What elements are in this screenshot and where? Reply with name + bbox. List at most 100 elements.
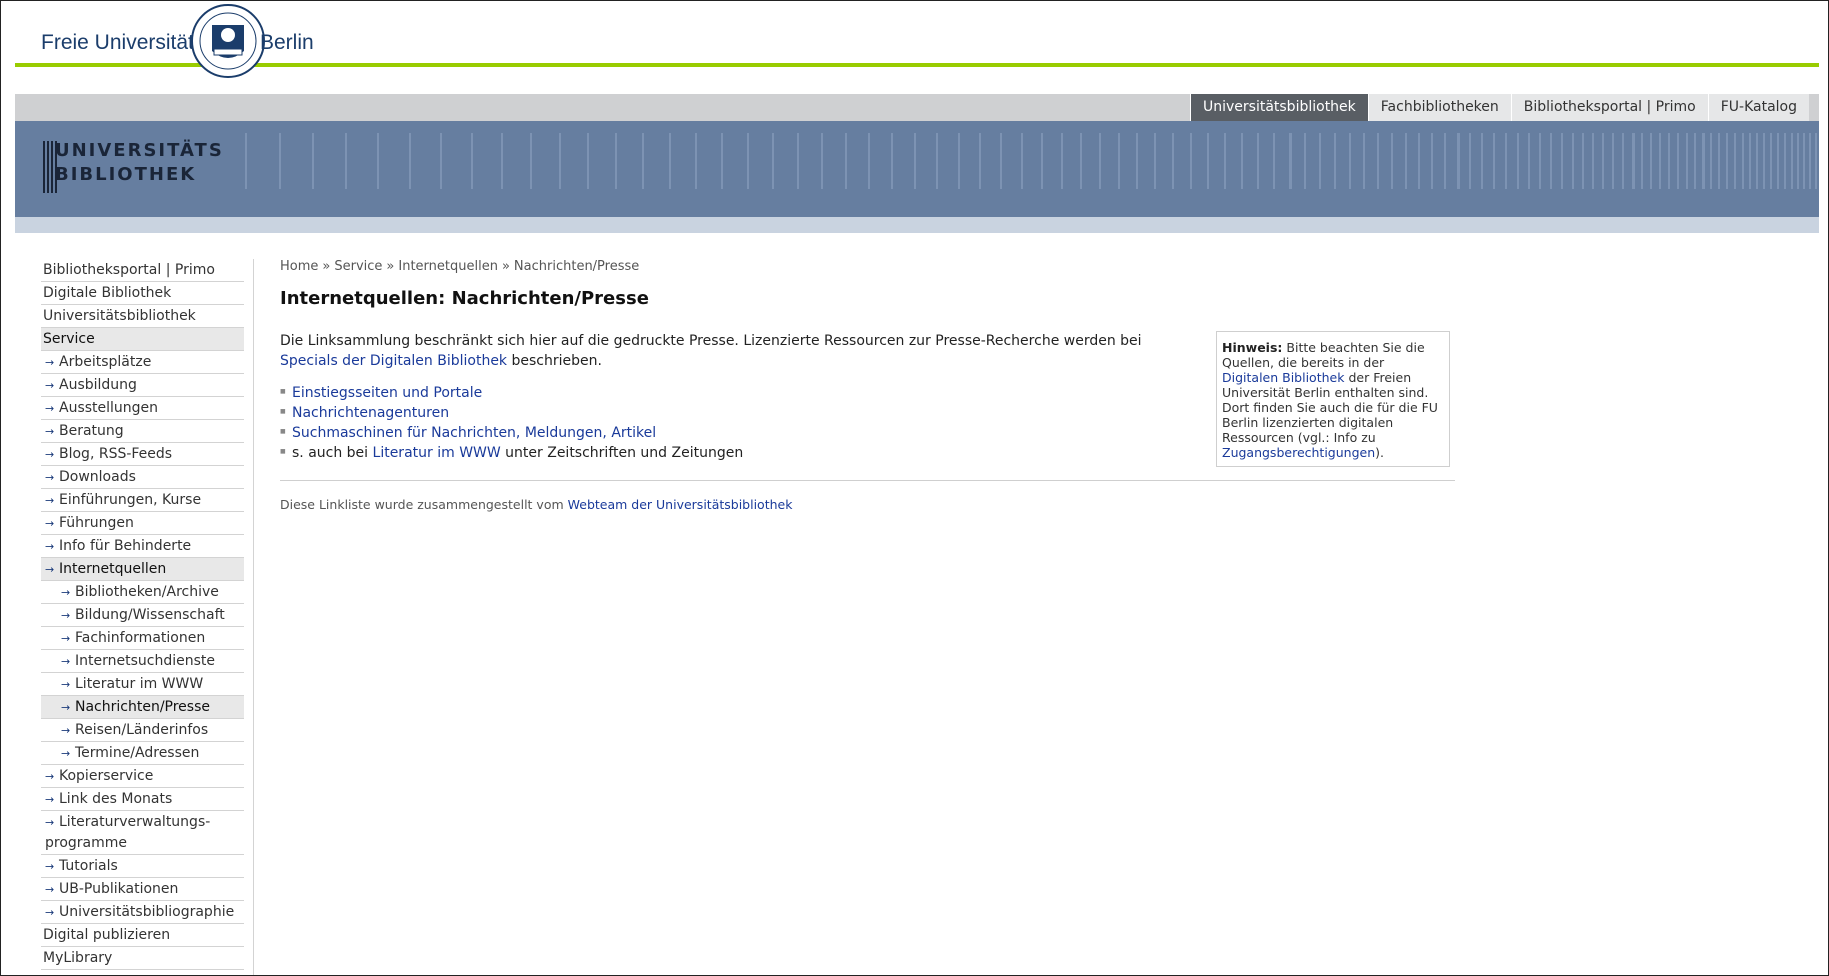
sidebar-item-label: Service	[43, 331, 95, 347]
sidebar-item[interactable]: → Fachinformationen	[41, 627, 244, 650]
banner-stripe	[1224, 133, 1226, 189]
banner-stripe	[797, 133, 799, 189]
link-suchmaschinen[interactable]: Suchmaschinen für Nachrichten, Meldungen…	[292, 425, 656, 441]
sidebar-item[interactable]: → Internetsuchdienste	[41, 650, 244, 673]
banner-stripe	[559, 133, 561, 189]
sidebar-item[interactable]: MyLibrary	[41, 947, 244, 970]
sidebar-item[interactable]: → Arbeitsplätze	[41, 351, 244, 374]
hint-box: Hinweis: Bitte beachten Sie die Quellen,…	[1216, 331, 1450, 467]
sidebar-item[interactable]: Service	[41, 328, 244, 351]
breadcrumb-item[interactable]: Nachrichten/Presse	[514, 259, 639, 274]
sidebar-item[interactable]: → Tutorials	[41, 855, 244, 878]
sidebar-item[interactable]: → Info für Behinderte	[41, 535, 244, 558]
specials-link[interactable]: Specials der Digitalen Bibliothek	[280, 353, 507, 369]
sidebar-item[interactable]: → Universitätsbibliographie	[41, 901, 244, 924]
breadcrumb-item[interactable]: Home	[280, 259, 318, 274]
sidebar-item[interactable]: Digital publizieren	[41, 924, 244, 947]
sidebar-item[interactable]: → Ausstellungen	[41, 397, 244, 420]
banner-stripe	[1797, 133, 1799, 189]
tab-universitätsbibliothek[interactable]: Universitätsbibliothek	[1189, 94, 1368, 121]
banner-stripe	[1803, 133, 1805, 189]
sidebar-item-label: Führungen	[59, 515, 134, 531]
sidebar-item[interactable]: → Ausbildung	[41, 374, 244, 397]
banner-stripe	[1815, 133, 1817, 189]
banner-stripe	[1418, 133, 1420, 189]
ub-logo-text[interactable]: UNIVERSITÄTS BIBLIOTHEK	[55, 139, 224, 187]
sidebar-item[interactable]: → Internetquellen	[41, 558, 244, 581]
link-literatur-www[interactable]: Literatur im WWW	[373, 445, 501, 461]
sidebar-item[interactable]: Bibliotheksportal | Primo	[41, 259, 244, 282]
top-tab-bar: Universitätsbibliothek Fachbibliotheken Bi…	[15, 94, 1819, 121]
banner-stripe	[587, 133, 589, 189]
banner-stripe	[1099, 133, 1101, 189]
sidebar-item[interactable]: → Führungen	[41, 512, 244, 535]
sidebar-item[interactable]: → Bildung/Wissenschaft	[41, 604, 244, 627]
breadcrumb-item[interactable]: Internetquellen	[398, 259, 498, 274]
footer-webteam-link[interactable]: Webteam der Universitätsbibliothek	[568, 497, 793, 512]
banner-stripe	[1304, 133, 1306, 189]
banner-stripe	[669, 133, 671, 189]
main-content: Home» Service» Internetquellen» Nachrichten…	[280, 259, 1455, 512]
sidebar-item[interactable]: → Bibliotheken/Archive	[41, 581, 244, 604]
sidebar-item-label: Bibliotheksportal | Primo	[43, 262, 215, 278]
banner-stripe	[615, 133, 617, 189]
banner-stripe	[747, 133, 749, 189]
sidebar-item[interactable]: Digitale Bibliothek	[41, 282, 244, 305]
banner-stripe	[1319, 133, 1321, 189]
breadcrumb: Home» Service» Internetquellen» Nachrichten…	[280, 259, 1455, 274]
tab-bibliotheksportal-primo[interactable]: Bibliotheksportal | Primo	[1510, 94, 1708, 121]
arrow-right-icon: →	[45, 517, 55, 530]
banner-stripe	[1481, 133, 1483, 189]
list-item: Nachrichtenagenturen	[280, 402, 1198, 423]
sidebar-item[interactable]: → Link des Monats	[41, 788, 244, 811]
sidebar-item[interactable]: → Termine/Adressen	[41, 742, 244, 765]
ub-banner: UNIVERSITÄTS BIBLIOTHEK	[15, 121, 1819, 217]
banner-stripe	[1742, 133, 1744, 189]
fu-seal-icon[interactable]	[190, 3, 266, 79]
arrow-right-icon: →	[45, 860, 55, 873]
hint-link-digitale-bibliothek[interactable]: Digitalen Bibliothek	[1222, 370, 1344, 385]
banner-stripe	[642, 133, 644, 189]
banner-stripe	[1241, 133, 1243, 189]
sidebar-item[interactable]: → Beratung	[41, 420, 244, 443]
banner-stripe	[1659, 133, 1661, 189]
intro-paragraph: Die Linksammlung beschränkt sich hier au…	[280, 331, 1198, 371]
sidebar-item[interactable]: → Reisen/Länderinfos	[41, 719, 244, 742]
banner-stripe	[1190, 133, 1192, 189]
banner-stripe	[377, 133, 379, 189]
sidebar-item[interactable]: → UB-Publikationen	[41, 878, 244, 901]
top-tabs: Universitätsbibliothek Fachbibliotheken Bi…	[1189, 94, 1809, 121]
sidebar-item[interactable]: → Kopierservice	[41, 765, 244, 788]
list-item: Suchmaschinen für Nachrichten, Meldungen…	[280, 422, 1198, 443]
sidebar-item-label: Info für Behinderte	[59, 538, 192, 554]
sidebar-item[interactable]: → Downloads	[41, 466, 244, 489]
sidebar-item[interactable]: → Einführungen, Kurse	[41, 489, 244, 512]
sidebar-item-label: Digital publizieren	[43, 927, 171, 943]
tab-fachbibliotheken[interactable]: Fachbibliotheken	[1367, 94, 1511, 121]
sidebar-item-label: Einführungen, Kurse	[59, 492, 202, 508]
tab-fu-katalog[interactable]: FU-Katalog	[1707, 94, 1809, 121]
arrow-right-icon: →	[61, 632, 71, 645]
breadcrumb-item[interactable]: Service	[334, 259, 382, 274]
banner-stripe	[958, 133, 960, 189]
banner-stripe	[1257, 133, 1259, 189]
sidebar-item[interactable]: → Literatur im WWW	[41, 673, 244, 696]
banner-stripe	[1784, 133, 1786, 189]
fu-name-left[interactable]: Freie Universität	[41, 31, 194, 55]
banner-stripe	[1791, 133, 1793, 189]
banner-stripe	[891, 133, 893, 189]
banner-stripes	[245, 133, 1817, 189]
link-agenturen[interactable]: Nachrichtenagenturen	[292, 405, 449, 421]
sidebar-item[interactable]: Universitätsbibliothek	[41, 305, 244, 328]
hint-link-zugangsberechtigungen[interactable]: Zugangsberechtigungen	[1222, 445, 1375, 460]
banner-stripe	[409, 133, 411, 189]
link-portale[interactable]: Einstiegsseiten und Portale	[292, 385, 482, 401]
banner-stripe	[1273, 133, 1275, 189]
arrow-right-icon: →	[61, 678, 71, 691]
sidebar-item[interactable]: → Blog, RSS-Feeds	[41, 443, 244, 466]
fu-name-right[interactable]: Berlin	[260, 31, 314, 55]
sidebar-divider	[253, 259, 254, 975]
sidebar-item[interactable]: → Literaturverwaltungs-programme	[41, 811, 244, 855]
sidebar-item[interactable]: → Nachrichten/Presse	[41, 696, 244, 719]
arrow-right-icon: →	[45, 494, 55, 507]
